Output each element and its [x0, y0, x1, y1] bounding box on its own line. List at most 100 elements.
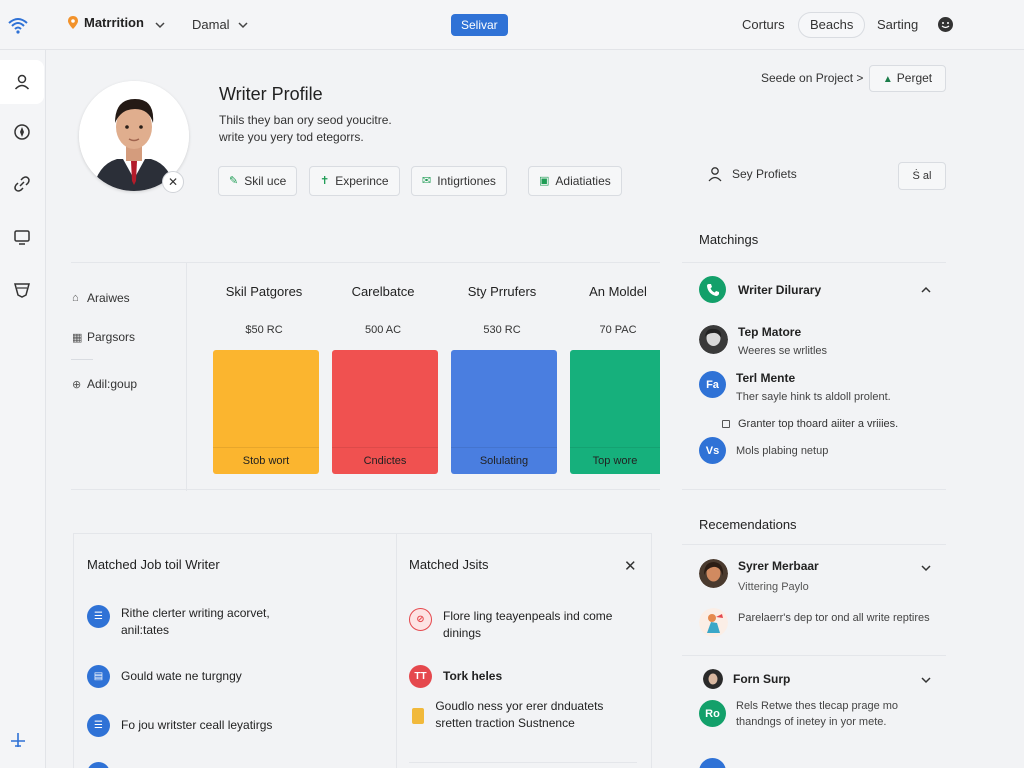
list-icon: ☰	[87, 605, 110, 628]
rail-profile[interactable]	[0, 60, 44, 104]
plane-icon[interactable]	[9, 731, 27, 749]
chevron-down-icon[interactable]	[920, 562, 932, 574]
pin-icon: ⌂	[72, 292, 79, 304]
small-action-button[interactable]: Ṡ al	[898, 162, 946, 190]
chevron-up-icon[interactable]	[920, 284, 932, 296]
skill-tile-label: Stob wort	[213, 447, 319, 474]
column-value: 500 AC	[364, 324, 402, 336]
nav-link-corturs[interactable]: Corturs	[742, 17, 785, 32]
alert-icon: ⊘	[409, 608, 432, 631]
perget-button[interactable]: ▲ Perget	[869, 65, 946, 92]
rail-compass[interactable]	[0, 110, 44, 154]
folder-badge-icon: Fa	[699, 371, 726, 398]
matchings-title: Matchings	[699, 232, 759, 247]
document-icon: ▤	[87, 665, 110, 688]
wifi-icon[interactable]	[7, 15, 29, 35]
list-item[interactable]: Vs Mols plabing netup	[699, 437, 828, 464]
illustration-icon	[699, 608, 728, 637]
rail-link[interactable]	[0, 162, 44, 206]
nav-link-sarting[interactable]: Sarting	[877, 17, 918, 32]
divider	[409, 762, 637, 763]
edit-icon: ✎	[229, 175, 239, 187]
column-value: 70 PAC	[599, 324, 637, 336]
skill-tile[interactable]: Stob wort	[213, 350, 319, 474]
list-item[interactable]: Parelaerr's dep tor ond all write reptir…	[699, 608, 930, 637]
checkbox-item[interactable]: Granter top thoard aiiter a vriiies.	[722, 418, 898, 430]
rail-shield[interactable]	[0, 268, 44, 312]
compass-icon	[14, 124, 30, 140]
globe-icon: ⊕	[72, 378, 82, 391]
list-item[interactable]: Syrer Merbaar Vittering Paylo	[699, 559, 819, 593]
column-header: An Moldel	[589, 284, 647, 299]
divider	[682, 655, 946, 656]
list-item[interactable]: Ro Rels Retwe thes tlecap prage mo thand…	[699, 698, 926, 730]
folder-icon: ▦	[72, 331, 83, 344]
avatar	[699, 559, 728, 588]
top-bar: Matrrition Damal Selivar Corturs Beachs …	[0, 0, 1024, 50]
list-item[interactable]: TT Tork heles	[409, 665, 502, 688]
recommendations-title: Recemendations	[699, 517, 797, 532]
skills-sidebar: ⌂ Araiwes ▦ Pargsors ⊕ Adil:goup	[71, 263, 187, 491]
profile-icon	[14, 74, 30, 90]
list-item[interactable]: Forn Surp	[699, 669, 790, 689]
skill-tile[interactable]: Cndictes	[332, 350, 438, 474]
chip-experience[interactable]: ✝ Experince	[309, 166, 400, 196]
list-item[interactable]: ☰ Fo jou writster ceall leyatirgs	[87, 714, 272, 737]
matched-jobs-title: Matched Jsits	[409, 557, 489, 572]
seeds-project-link[interactable]: Seede on Project >	[761, 71, 863, 85]
skill-tile[interactable]: Top wore	[570, 350, 660, 474]
chip-integrations[interactable]: ✉ Intigrtiones	[411, 166, 507, 196]
chevron-down-icon[interactable]	[238, 20, 248, 30]
location-label: Matrrition	[84, 15, 144, 30]
mail-icon: ✉	[422, 175, 432, 187]
shield-icon	[14, 283, 30, 298]
skill-tile-label: Solulating	[451, 447, 557, 474]
user-icon	[708, 167, 722, 182]
sidebar-item-adilgoup[interactable]: ⊕ Adil:goup	[72, 377, 137, 391]
chevron-down-icon[interactable]	[155, 20, 165, 30]
location-selector[interactable]: Matrrition	[68, 15, 144, 30]
remove-avatar-button[interactable]: ✕	[162, 171, 184, 193]
sidebar-item-pargsors[interactable]: ▦ Pargsors	[72, 330, 135, 344]
skill-tile[interactable]: Solulating	[451, 350, 557, 474]
column-header: Sty Prrufers	[467, 284, 537, 299]
page-title: Writer Profile	[219, 84, 323, 104]
save-button[interactable]: Selivar	[451, 14, 508, 36]
profile-description: write you yery tod etegorrs.	[219, 130, 364, 144]
list-item[interactable]: ▤ Gould wate ne turgngy	[87, 665, 242, 688]
list-item[interactable]: ⊘ Flore ling teayenpeals ind come dining…	[409, 608, 624, 642]
sey-profiles[interactable]: Sey Profiets	[707, 166, 797, 182]
avatar	[703, 669, 723, 689]
skill-tile-label: Cndictes	[332, 447, 438, 474]
avatar	[699, 325, 728, 354]
close-icon: ✕	[167, 175, 179, 189]
plus-icon: ✝	[320, 175, 330, 187]
chevron-down-icon[interactable]	[920, 674, 932, 686]
tt-badge: TT	[409, 665, 432, 688]
nav-pill-beachs[interactable]: Beachs	[798, 12, 866, 38]
folder-icon	[412, 708, 425, 724]
ro-badge: Ro	[699, 700, 726, 727]
vs-badge: Vs	[699, 437, 726, 464]
rail-display[interactable]	[0, 215, 44, 259]
sidebar-item-araiwes[interactable]: ⌂ Araiwes	[72, 291, 130, 305]
map-pin-icon	[68, 16, 78, 29]
list-item[interactable]: Fa Terl Mente Ther sayle hink ts aldoll …	[699, 371, 891, 403]
list-item[interactable]: ☰ Rithe clerter writing acorvet, anil:ta…	[87, 605, 297, 639]
partial-badge	[699, 758, 726, 768]
workspace-selector[interactable]: Damal	[192, 17, 230, 32]
column-header: Carelbatce	[351, 284, 415, 299]
list-icon: ☰	[87, 714, 110, 737]
chip-activities[interactable]: ▣ Adiatiaties	[528, 166, 622, 196]
list-item[interactable]: Goudlo ness yor erer dnduatets sretten t…	[412, 698, 627, 732]
left-rail	[0, 50, 46, 768]
close-icon[interactable]: ✕	[624, 557, 637, 575]
phone-icon	[699, 276, 726, 303]
account-icon[interactable]	[937, 16, 954, 33]
checkbox-icon[interactable]	[722, 420, 730, 428]
display-icon	[14, 230, 30, 245]
triangle-icon: ▲	[882, 74, 893, 85]
matchings-header[interactable]: Writer Dilurary	[699, 276, 821, 303]
chip-skills[interactable]: ✎ Skil uce	[218, 166, 298, 196]
list-item[interactable]: Tep Matore Weeres se wrlitles	[699, 325, 827, 357]
